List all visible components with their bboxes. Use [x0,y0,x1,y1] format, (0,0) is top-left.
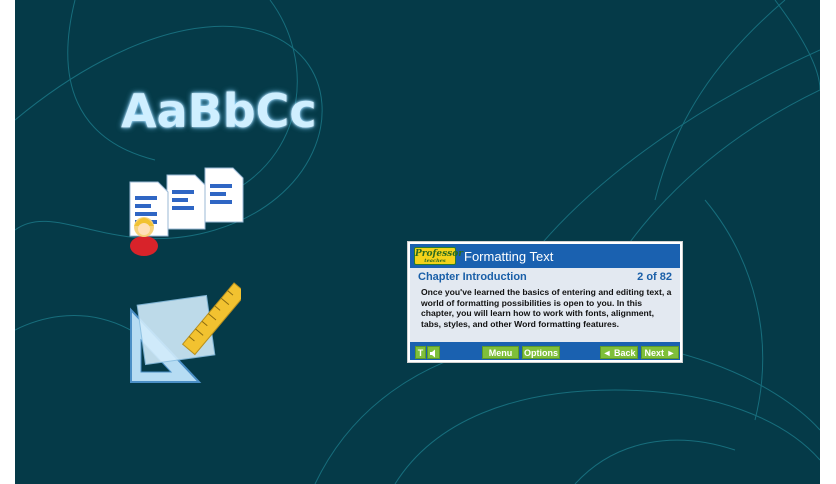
text-toggle-button[interactable]: T [415,346,426,359]
page-counter: 2 of 82 [637,271,672,283]
back-button[interactable]: ◄ Back [600,346,638,359]
font-sample-text: AaBbCc [121,84,317,138]
audio-button[interactable] [427,346,440,359]
tutorial-panel-frame: Professor teaches Formatting Text Chapte… [410,244,680,360]
professor-teaches-logo: Professor teaches [414,247,463,265]
tutorial-panel: Professor teaches Formatting Text Chapte… [407,241,683,363]
set-square-and-ruler-icon [130,282,241,383]
speaker-icon [430,349,435,358]
documents-with-user-icon [129,167,244,256]
panel-footer: T Menu Options ◄ Back Next ► [410,342,680,360]
panel-body: Chapter Introduction 2 of 82 Once you've… [410,268,680,342]
menu-button[interactable]: Menu [482,346,519,359]
chapter-label: Chapter Introduction [418,271,527,283]
options-button[interactable]: Options [522,346,560,359]
panel-title: Formatting Text [464,249,554,264]
logo-subtext: teaches [424,258,446,264]
instruction-text: Once you've learned the basics of enteri… [421,287,672,329]
next-button[interactable]: Next ► [641,346,679,359]
panel-header: Professor teaches Formatting Text [410,244,680,268]
